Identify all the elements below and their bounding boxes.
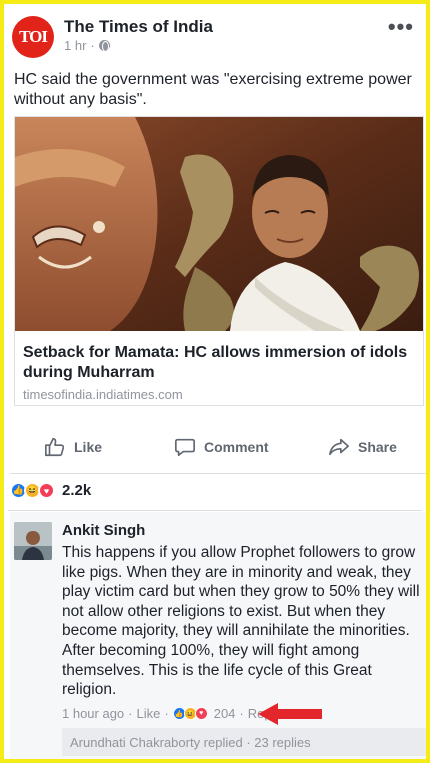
- replies-summary[interactable]: Arundhati Chakraborty replied · 23 repli…: [62, 728, 426, 756]
- share-label: Share: [358, 439, 397, 455]
- avatar-image: [14, 522, 52, 560]
- comment-text: This happens if you allow Prophet follow…: [62, 544, 420, 699]
- love-reaction-icon: ♥: [194, 707, 208, 720]
- link-card[interactable]: Setback for Mamata: HC allows immersion …: [14, 116, 424, 406]
- divider: [8, 510, 422, 511]
- comment-author[interactable]: Ankit Singh: [62, 522, 145, 539]
- post-meta: 1 hr ·: [64, 38, 110, 53]
- share-icon: [329, 438, 349, 456]
- link-card-image[interactable]: [15, 117, 423, 331]
- comment-reactions[interactable]: 👍 😆 ♥: [172, 707, 208, 720]
- post-header: TOI The Times of India 1 hr · •••: [10, 10, 420, 60]
- like-button[interactable]: Like: [44, 436, 102, 458]
- meta-separator: ·: [239, 706, 244, 721]
- comment-meta: 1 hour ago · Like · 👍 😆 ♥ 204 · Reply: [62, 706, 281, 721]
- like-label: Like: [74, 439, 103, 455]
- page-name[interactable]: The Times of India: [64, 17, 213, 37]
- post-text: HC said the government was "exercising e…: [14, 71, 412, 108]
- share-button[interactable]: Share: [328, 436, 397, 458]
- screenshot-frame: TOI The Times of India 1 hr · ••• HC sai…: [0, 0, 430, 763]
- meta-separator: ·: [128, 706, 133, 721]
- link-card-illustration: [15, 117, 423, 331]
- comment: Ankit Singh This happens if you allow Pr…: [10, 512, 426, 759]
- avatar[interactable]: [14, 522, 52, 560]
- reaction-count: 2.2k: [62, 482, 92, 499]
- globe-icon: [98, 40, 110, 52]
- comment-button[interactable]: Comment: [174, 436, 269, 458]
- love-reaction-icon: ♥: [38, 482, 55, 499]
- more-icon[interactable]: •••: [388, 16, 414, 38]
- comment-time[interactable]: 1 hour ago: [62, 706, 124, 721]
- link-card-caption[interactable]: Setback for Mamata: HC allows immersion …: [15, 331, 423, 405]
- page-logo[interactable]: TOI: [12, 16, 54, 58]
- meta-separator: ·: [90, 38, 95, 53]
- link-card-title[interactable]: Setback for Mamata: HC allows immersion …: [23, 343, 413, 383]
- reaction-summary[interactable]: 👍 😆 ♥ 2.2k: [10, 482, 91, 499]
- post-actions: Like Comment Share: [10, 418, 426, 474]
- red-arrow-icon: [258, 703, 322, 725]
- post-time[interactable]: 1 hr: [64, 38, 86, 53]
- comment-reaction-count: 204: [213, 706, 236, 721]
- comment-like-link[interactable]: Like: [137, 706, 161, 721]
- comment-icon: [175, 438, 195, 457]
- thumbs-up-icon: [45, 437, 65, 457]
- meta-separator: ·: [164, 706, 169, 721]
- comment-label: Comment: [204, 439, 269, 455]
- link-card-domain: timesofindia.indiatimes.com: [23, 387, 183, 402]
